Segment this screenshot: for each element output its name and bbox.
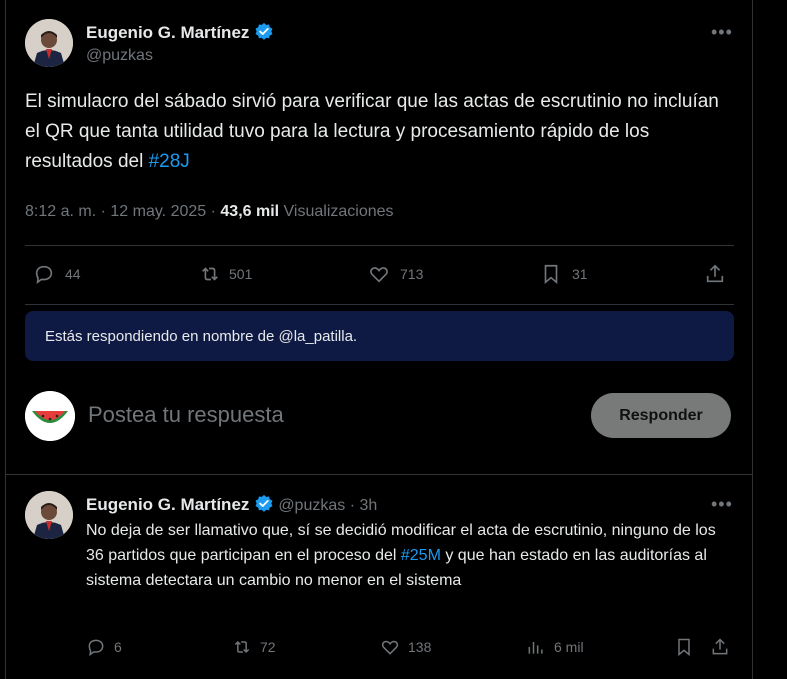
more-options-icon[interactable]: ••• [711, 22, 733, 43]
timeline-column: Eugenio G. Martínez @puzkas ••• El simul… [5, 0, 753, 679]
repost-icon [202, 267, 218, 281]
author-handle[interactable]: @puzkas [86, 47, 153, 65]
like-count: 713 [400, 266, 424, 282]
repost-action[interactable]: 501 [199, 263, 252, 285]
reply-time[interactable]: 3h [359, 497, 377, 514]
verified-badge-icon [255, 494, 273, 512]
bookmark-action[interactable]: 31 [540, 263, 588, 285]
reply-views-action[interactable]: 6 mil [526, 637, 584, 657]
views-label: Visualizaciones [283, 203, 394, 220]
reply-more-options-icon[interactable]: ••• [711, 494, 733, 515]
divider [25, 245, 734, 246]
reply-repost-count: 72 [260, 639, 276, 655]
reply-like-action[interactable]: 138 [380, 637, 431, 657]
like-action[interactable]: 713 [368, 263, 423, 285]
reply-button[interactable]: Responder [591, 393, 731, 438]
reply-action[interactable]: 44 [33, 263, 81, 285]
reply-hashtag-link[interactable]: #25M [401, 547, 441, 564]
replying-as-banner: Estás respondiendo en nombre de @la_pati… [25, 311, 734, 361]
author-name-row: Eugenio G. Martínez [86, 22, 274, 43]
reply-reply-count: 6 [114, 639, 122, 655]
reply-reply-action[interactable]: 6 [86, 637, 122, 657]
reply-icon [35, 265, 53, 285]
replying-as-text: Estás respondiendo en nombre de @la_pati… [45, 327, 358, 345]
repost-icon [234, 640, 250, 654]
bookmark-icon [544, 264, 558, 285]
divider [6, 474, 752, 475]
reply-count: 44 [65, 266, 81, 282]
reply-icon [88, 639, 104, 657]
verified-badge-icon [255, 22, 273, 40]
reply-repost-action[interactable]: 72 [232, 637, 276, 657]
tweet-text-body: El simulacro del sábado sirvió para veri… [25, 91, 719, 172]
heart-icon [381, 640, 399, 655]
share-icon [712, 638, 728, 655]
author-avatar[interactable] [25, 19, 73, 67]
analytics-icon [528, 642, 543, 654]
hashtag-link[interactable]: #28J [149, 151, 190, 172]
reply-like-count: 138 [408, 639, 432, 655]
reply-author-avatar[interactable] [25, 491, 73, 539]
author-name[interactable]: Eugenio G. Martínez [86, 23, 249, 42]
account-avatar[interactable] [25, 391, 75, 441]
views-count: 43,6 mil [220, 203, 280, 220]
watermelon-logo-icon [25, 391, 75, 441]
repost-count: 501 [229, 266, 253, 282]
reply-input[interactable]: Postea tu respuesta [88, 402, 284, 428]
reply-tweet-text: No deja de ser llamativo que, sí se deci… [86, 518, 736, 593]
heart-icon [370, 267, 388, 283]
share-icon [706, 264, 724, 283]
reply-share-action[interactable] [710, 637, 730, 657]
reply-bookmark-action[interactable] [674, 637, 694, 657]
tweet-date[interactable]: 12 may. 2025 [110, 203, 206, 220]
tweet-time[interactable]: 8:12 a. m. [25, 203, 96, 220]
meta-separator: · [210, 203, 221, 220]
reply-author-row: Eugenio G. Martínez @puzkas · 3h [86, 494, 377, 515]
tweet-meta: 8:12 a. m. · 12 may. 2025 · 43,6 mil Vis… [25, 203, 394, 221]
divider [25, 304, 734, 305]
share-action[interactable] [704, 263, 726, 285]
reply-views-count: 6 mil [554, 639, 584, 655]
bookmark-count: 31 [572, 266, 588, 282]
reply-author-handle[interactable]: @puzkas [278, 497, 345, 514]
reply-author-name[interactable]: Eugenio G. Martínez [86, 495, 249, 514]
bookmark-icon [678, 638, 690, 657]
tweet-text: El simulacro del sábado sirvió para veri… [25, 87, 730, 177]
meta-separator: · [100, 203, 111, 220]
